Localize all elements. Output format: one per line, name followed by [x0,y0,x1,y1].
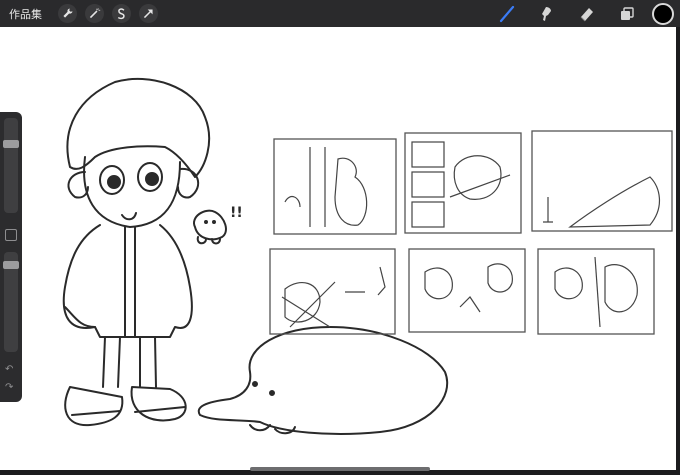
redo-icon[interactable]: ↷ [5,382,13,393]
brush-size-slider[interactable] [3,118,19,213]
smudge-button[interactable] [534,1,560,27]
drawing-canvas[interactable]: !! [0,27,676,470]
transform-button[interactable] [139,4,158,23]
blob-creature [197,326,449,435]
top-toolbar: 作品集 [0,0,680,27]
character-coat [62,224,193,338]
smudge-icon [542,6,551,21]
actions-button[interactable] [58,4,77,23]
brush-size-thumb[interactable] [3,140,19,148]
panel-3 [531,130,673,232]
side-toolbar: ↶ ↷ [0,112,22,402]
storyboard-panels [269,130,673,335]
undo-icon[interactable]: ↶ [5,364,13,375]
opacity-slider[interactable] [3,252,19,352]
home-indicator[interactable] [250,467,430,471]
layers-icon [621,6,634,20]
panel-4 [269,248,396,335]
panel-5 [408,248,526,333]
character-hair [66,77,211,178]
magic-wand-icon [89,8,101,19]
panel-6 [537,248,655,335]
panel-1 [273,138,397,235]
brush-icon [499,5,515,22]
character-shoes [64,386,124,427]
character-face [83,156,181,228]
exclaim-text: !! [230,205,243,221]
brush-button[interactable] [494,1,520,27]
wrench-icon [63,8,73,18]
gallery-button[interactable]: 作品集 [9,6,42,22]
eraser-button[interactable] [574,1,600,27]
eraser-icon [580,7,593,21]
layers-button[interactable] [614,1,640,27]
small-creature [193,209,227,241]
panel-2 [404,132,522,234]
color-picker-button[interactable] [652,2,674,25]
adjustments-button[interactable] [85,4,104,23]
selection-button[interactable] [112,4,131,23]
tool-group [480,0,680,27]
opacity-thumb[interactable] [3,261,19,269]
modify-button[interactable] [5,229,17,241]
transform-arrow-icon [143,9,153,19]
selection-icon [117,8,125,20]
sketch-artwork: !! [62,77,673,435]
